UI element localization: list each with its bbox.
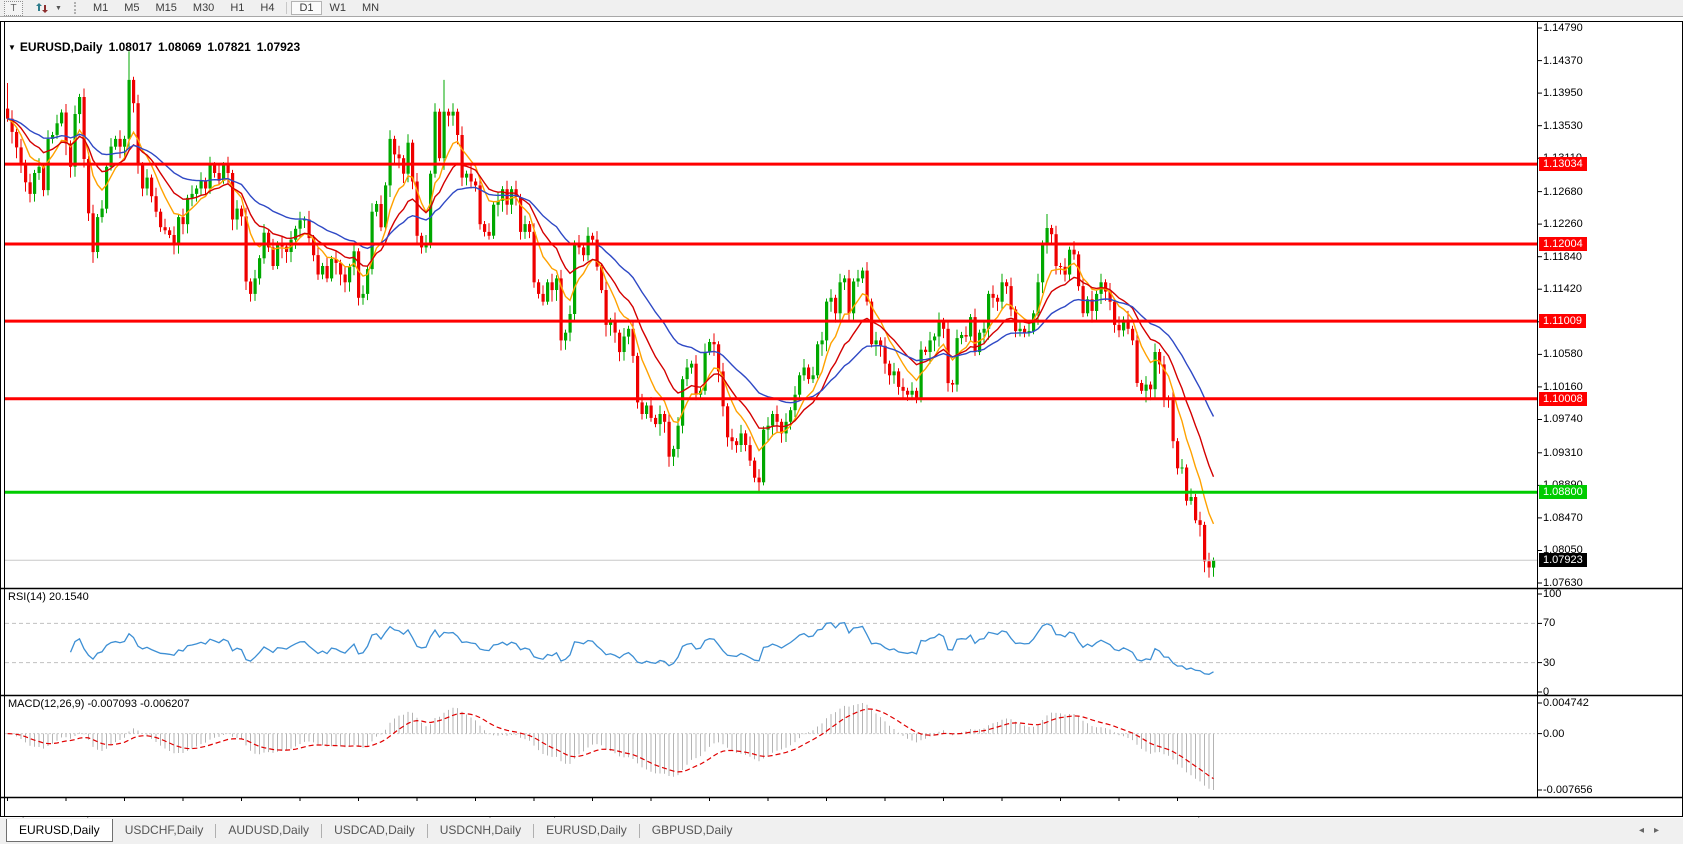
- macd-axis-tick: -0.007656: [1543, 784, 1593, 796]
- timeframe-button-w1[interactable]: W1: [322, 1, 355, 15]
- price-axis-tick: 1.12680: [1543, 186, 1583, 198]
- symbol-label: EURUSD,Daily: [20, 40, 103, 54]
- current-price-badge: 1.07923: [1539, 553, 1587, 567]
- chart-tab-eurusd-daily[interactable]: EURUSD,Daily: [534, 819, 639, 842]
- toolbar-separator: [286, 2, 287, 14]
- chart-tab-audusd-daily[interactable]: AUDUSD,Daily: [216, 819, 321, 842]
- chart-tab-usdchf-daily[interactable]: USDCHF,Daily: [113, 819, 216, 842]
- price-axis-tick: 1.13530: [1543, 120, 1583, 132]
- chart-tab-gbpusd-daily[interactable]: GBPUSD,Daily: [640, 819, 745, 842]
- resistance-price-badge: 1.10008: [1539, 392, 1587, 406]
- price-axis-tick: 1.09310: [1543, 447, 1583, 459]
- price-axis-tick: 1.10580: [1543, 348, 1583, 360]
- chart-tab-usdcnh-daily[interactable]: USDCNH,Daily: [428, 819, 533, 842]
- double-arrow-icon[interactable]: [33, 2, 51, 15]
- timeframe-button-m1[interactable]: M1: [85, 1, 116, 15]
- timeframe-button-h4[interactable]: H4: [252, 1, 282, 15]
- text-tool-button[interactable]: T: [4, 1, 23, 16]
- macd-axis-tick: 0.00: [1543, 728, 1564, 740]
- resistance-price-badge: 1.13034: [1539, 157, 1587, 171]
- chart-tab-eurusd-daily[interactable]: EURUSD,Daily: [6, 819, 113, 842]
- tab-scroll-right-icon[interactable]: ▸: [1654, 825, 1669, 836]
- rsi-axis-tick: 70: [1543, 617, 1555, 629]
- chart-symbol-header[interactable]: ▼ EURUSD,Daily 1.08017 1.08069 1.07821 1.0792…: [8, 40, 300, 54]
- ohlc-close: 1.07923: [257, 40, 300, 54]
- price-axis-tick: 1.13950: [1543, 87, 1583, 99]
- toolbar-dropdown-icon[interactable]: ▼: [55, 2, 62, 15]
- chart-window[interactable]: ▼ EURUSD,Daily 1.08017 1.08069 1.07821 1.0792…: [0, 17, 1683, 818]
- price-axis-tick: 1.14370: [1543, 55, 1583, 67]
- rsi-axis-tick: 30: [1543, 657, 1555, 669]
- timeframe-button-m30[interactable]: M30: [185, 1, 222, 15]
- timeframe-button-h1[interactable]: H1: [222, 1, 252, 15]
- price-axis-tick: 1.11840: [1543, 251, 1582, 263]
- timeframe-button-m5[interactable]: M5: [116, 1, 147, 15]
- rsi-indicator-label: RSI(14) 20.1540: [8, 591, 89, 603]
- ohlc-high: 1.08069: [158, 40, 201, 54]
- resistance-price-badge: 1.12004: [1539, 237, 1587, 251]
- price-axis-tick: 1.11420: [1543, 283, 1582, 295]
- rsi-axis-tick: 100: [1543, 588, 1561, 600]
- macd-axis-tick: 0.004742: [1543, 697, 1589, 709]
- symbol-dropdown-icon[interactable]: ▼: [8, 43, 16, 52]
- chart-tab-usdcad-daily[interactable]: USDCAD,Daily: [322, 819, 427, 842]
- top-toolbar: T ▼ M1M5M15M30H1H4 D1W1MN: [0, 0, 1683, 17]
- ohlc-low: 1.07821: [207, 40, 250, 54]
- resistance-price-badge: 1.11009: [1539, 314, 1586, 328]
- ohlc-open: 1.08017: [109, 40, 152, 54]
- timeframe-button-d1[interactable]: D1: [291, 1, 321, 15]
- price-axis-tick: 1.14790: [1543, 22, 1583, 34]
- support-price-badge: 1.08800: [1539, 485, 1587, 499]
- chart-canvas: [0, 17, 1683, 835]
- chart-tab-bar: EURUSD,DailyUSDCHF,DailyAUDUSD,DailyUSDC…: [0, 818, 1683, 844]
- price-axis-tick: 1.08470: [1543, 512, 1583, 524]
- toolbar-grip: [74, 2, 79, 14]
- price-axis-tick: 1.09740: [1543, 413, 1583, 425]
- timeframe-button-mn[interactable]: MN: [354, 1, 387, 15]
- timeframe-button-m15[interactable]: M15: [148, 1, 185, 15]
- price-axis-tick: 1.12260: [1543, 218, 1583, 230]
- tab-scroll-left-icon[interactable]: ◂: [1639, 825, 1654, 836]
- macd-indicator-label: MACD(12,26,9) -0.007093 -0.006207: [8, 698, 190, 710]
